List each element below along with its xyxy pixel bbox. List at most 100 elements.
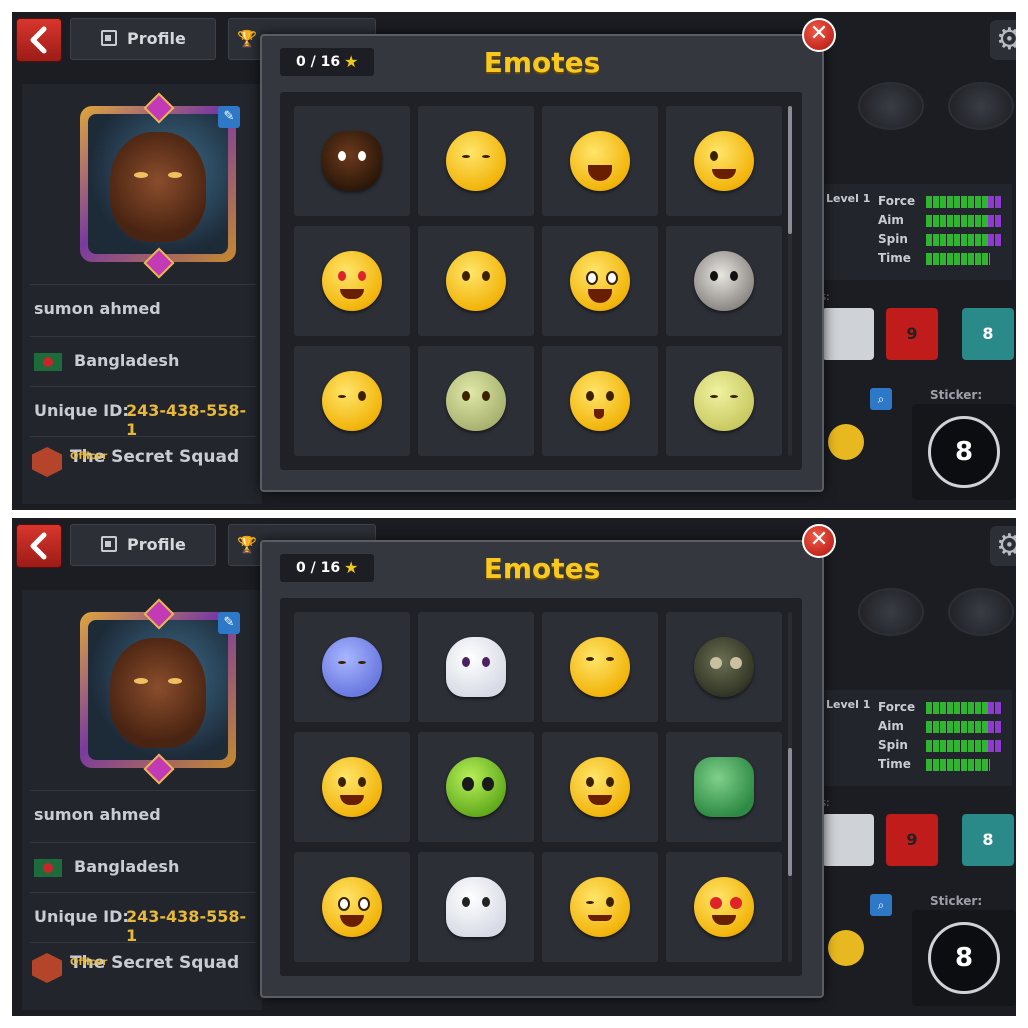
plague-doctor-emote-icon [694, 251, 754, 311]
unique-id-value: 243-438-558-1 [126, 401, 247, 439]
screen-bottom: Profile 🏆 ⚙ ✎ sumon ahmed Bangladesh Uni… [12, 518, 1016, 1016]
stat-label: Time [878, 757, 911, 771]
emote-cell[interactable] [294, 732, 410, 842]
scrollbar[interactable] [788, 106, 792, 456]
emote-cell[interactable] [294, 852, 410, 962]
alien-emote-icon [446, 757, 506, 817]
pencil-icon: ✎ [223, 615, 235, 630]
emote-cell[interactable] [666, 732, 782, 842]
tab-profile[interactable]: Profile [70, 18, 216, 60]
force-bar [926, 702, 1002, 714]
edit-avatar-button[interactable]: ✎ [218, 612, 240, 634]
time-bar [926, 759, 990, 771]
close-button[interactable]: ✕ [802, 524, 836, 558]
emote-cell[interactable] [542, 612, 658, 722]
ball-9-card[interactable]: 9 [886, 814, 938, 866]
emote-cell[interactable] [294, 346, 410, 456]
player-name: sumon ahmed [34, 805, 161, 824]
search-icon: ⌕ [877, 392, 885, 406]
sticker-slot[interactable]: 8 [912, 910, 1016, 1006]
emote-cell[interactable] [418, 106, 534, 216]
gear-icon[interactable]: ⚙ [990, 20, 1016, 60]
back-button[interactable] [16, 18, 62, 62]
emblem-icon [858, 82, 924, 130]
emote-preview [828, 930, 864, 966]
emblem-icon [858, 588, 924, 636]
heart-eyes-emote-icon [694, 877, 754, 937]
emote-cell[interactable] [418, 346, 534, 456]
cowboy-hat-emote-icon [570, 131, 630, 191]
spin-bar [926, 234, 1002, 246]
profile-panel: ✎ sumon ahmed Bangladesh Unique ID: 243-… [22, 590, 262, 1010]
stat-label: Aim [878, 213, 904, 227]
emote-cell[interactable] [294, 106, 410, 216]
close-icon: ✕ [809, 527, 829, 552]
emote-cell[interactable] [418, 852, 534, 962]
time-bar [926, 253, 990, 265]
search-button[interactable]: ⌕ [870, 894, 892, 916]
cue-level: Level 1 [826, 192, 871, 205]
8-ball-sticker-icon: 8 [928, 416, 1000, 488]
gas-mask-emote-icon [694, 637, 754, 697]
tab-profile-label: Profile [127, 535, 186, 554]
close-button[interactable]: ✕ [802, 18, 836, 52]
back-button[interactable] [16, 524, 62, 568]
dollar-emblem-icon [948, 82, 1014, 130]
aim-bar [926, 215, 1002, 227]
scrollbar-thumb[interactable] [788, 748, 792, 876]
ball-8-card[interactable]: 8 [962, 814, 1014, 866]
emote-grid [280, 598, 802, 976]
item-card[interactable] [822, 814, 874, 866]
club-badge-icon [32, 447, 62, 477]
emote-cell[interactable] [666, 226, 782, 336]
sticker-label: Sticker: [930, 388, 983, 402]
stat-label: Force [878, 194, 916, 208]
gear-icon[interactable]: ⚙ [990, 526, 1016, 566]
emote-cell[interactable] [418, 612, 534, 722]
stat-label: Aim [878, 719, 904, 733]
pirate-bandana-emote-icon [322, 877, 382, 937]
country-name: Bangladesh [74, 351, 180, 370]
emote-cell[interactable] [418, 732, 534, 842]
emote-cell[interactable] [418, 226, 534, 336]
emotes-modal: 0 / 16 ★ Emotes ✕ [260, 18, 836, 492]
scrollbar[interactable] [788, 612, 792, 962]
club-row[interactable]: The Secret Squad Officer [30, 436, 256, 485]
stat-label: Force [878, 700, 916, 714]
close-icon: ✕ [809, 21, 829, 46]
player-name: sumon ahmed [34, 299, 161, 318]
cue-level: Level 1 [826, 698, 871, 711]
edit-avatar-button[interactable]: ✎ [218, 106, 240, 128]
laurel-wreath-emote-icon [446, 131, 506, 191]
emote-cell[interactable] [666, 852, 782, 962]
emote-cell[interactable] [542, 852, 658, 962]
emote-cell[interactable] [294, 226, 410, 336]
scrollbar-thumb[interactable] [788, 106, 792, 234]
wink-100-emote-icon [694, 131, 754, 191]
emote-cell[interactable] [542, 106, 658, 216]
masquerade-kiss-emote-icon [322, 371, 382, 431]
search-button[interactable]: ⌕ [870, 388, 892, 410]
emote-cell[interactable] [542, 226, 658, 336]
club-row[interactable]: The Secret Squad Officer [30, 942, 256, 991]
punk-microphone-emote-icon [446, 251, 506, 311]
force-bar [926, 196, 1002, 208]
emote-cell[interactable] [542, 346, 658, 456]
emote-cell[interactable] [666, 346, 782, 456]
item-card[interactable] [822, 308, 874, 360]
emote-cell[interactable] [666, 106, 782, 216]
emote-cell[interactable] [542, 732, 658, 842]
emote-cell[interactable] [294, 612, 410, 722]
ball-9-card[interactable]: 9 [886, 308, 938, 360]
club-role: Officer [70, 451, 108, 462]
heart-eyes-card-emote-icon [322, 251, 382, 311]
jester-cocktail-emote-icon [570, 371, 630, 431]
emote-preview [828, 424, 864, 460]
ball-8-card[interactable]: 8 [962, 308, 1014, 360]
profile-card-icon [101, 30, 117, 46]
sticker-slot[interactable]: 8 [912, 404, 1016, 500]
player-name-row: sumon ahmed [30, 790, 256, 839]
wind-cloud-emote-icon [322, 637, 382, 697]
tab-profile[interactable]: Profile [70, 524, 216, 566]
emote-cell[interactable] [666, 612, 782, 722]
